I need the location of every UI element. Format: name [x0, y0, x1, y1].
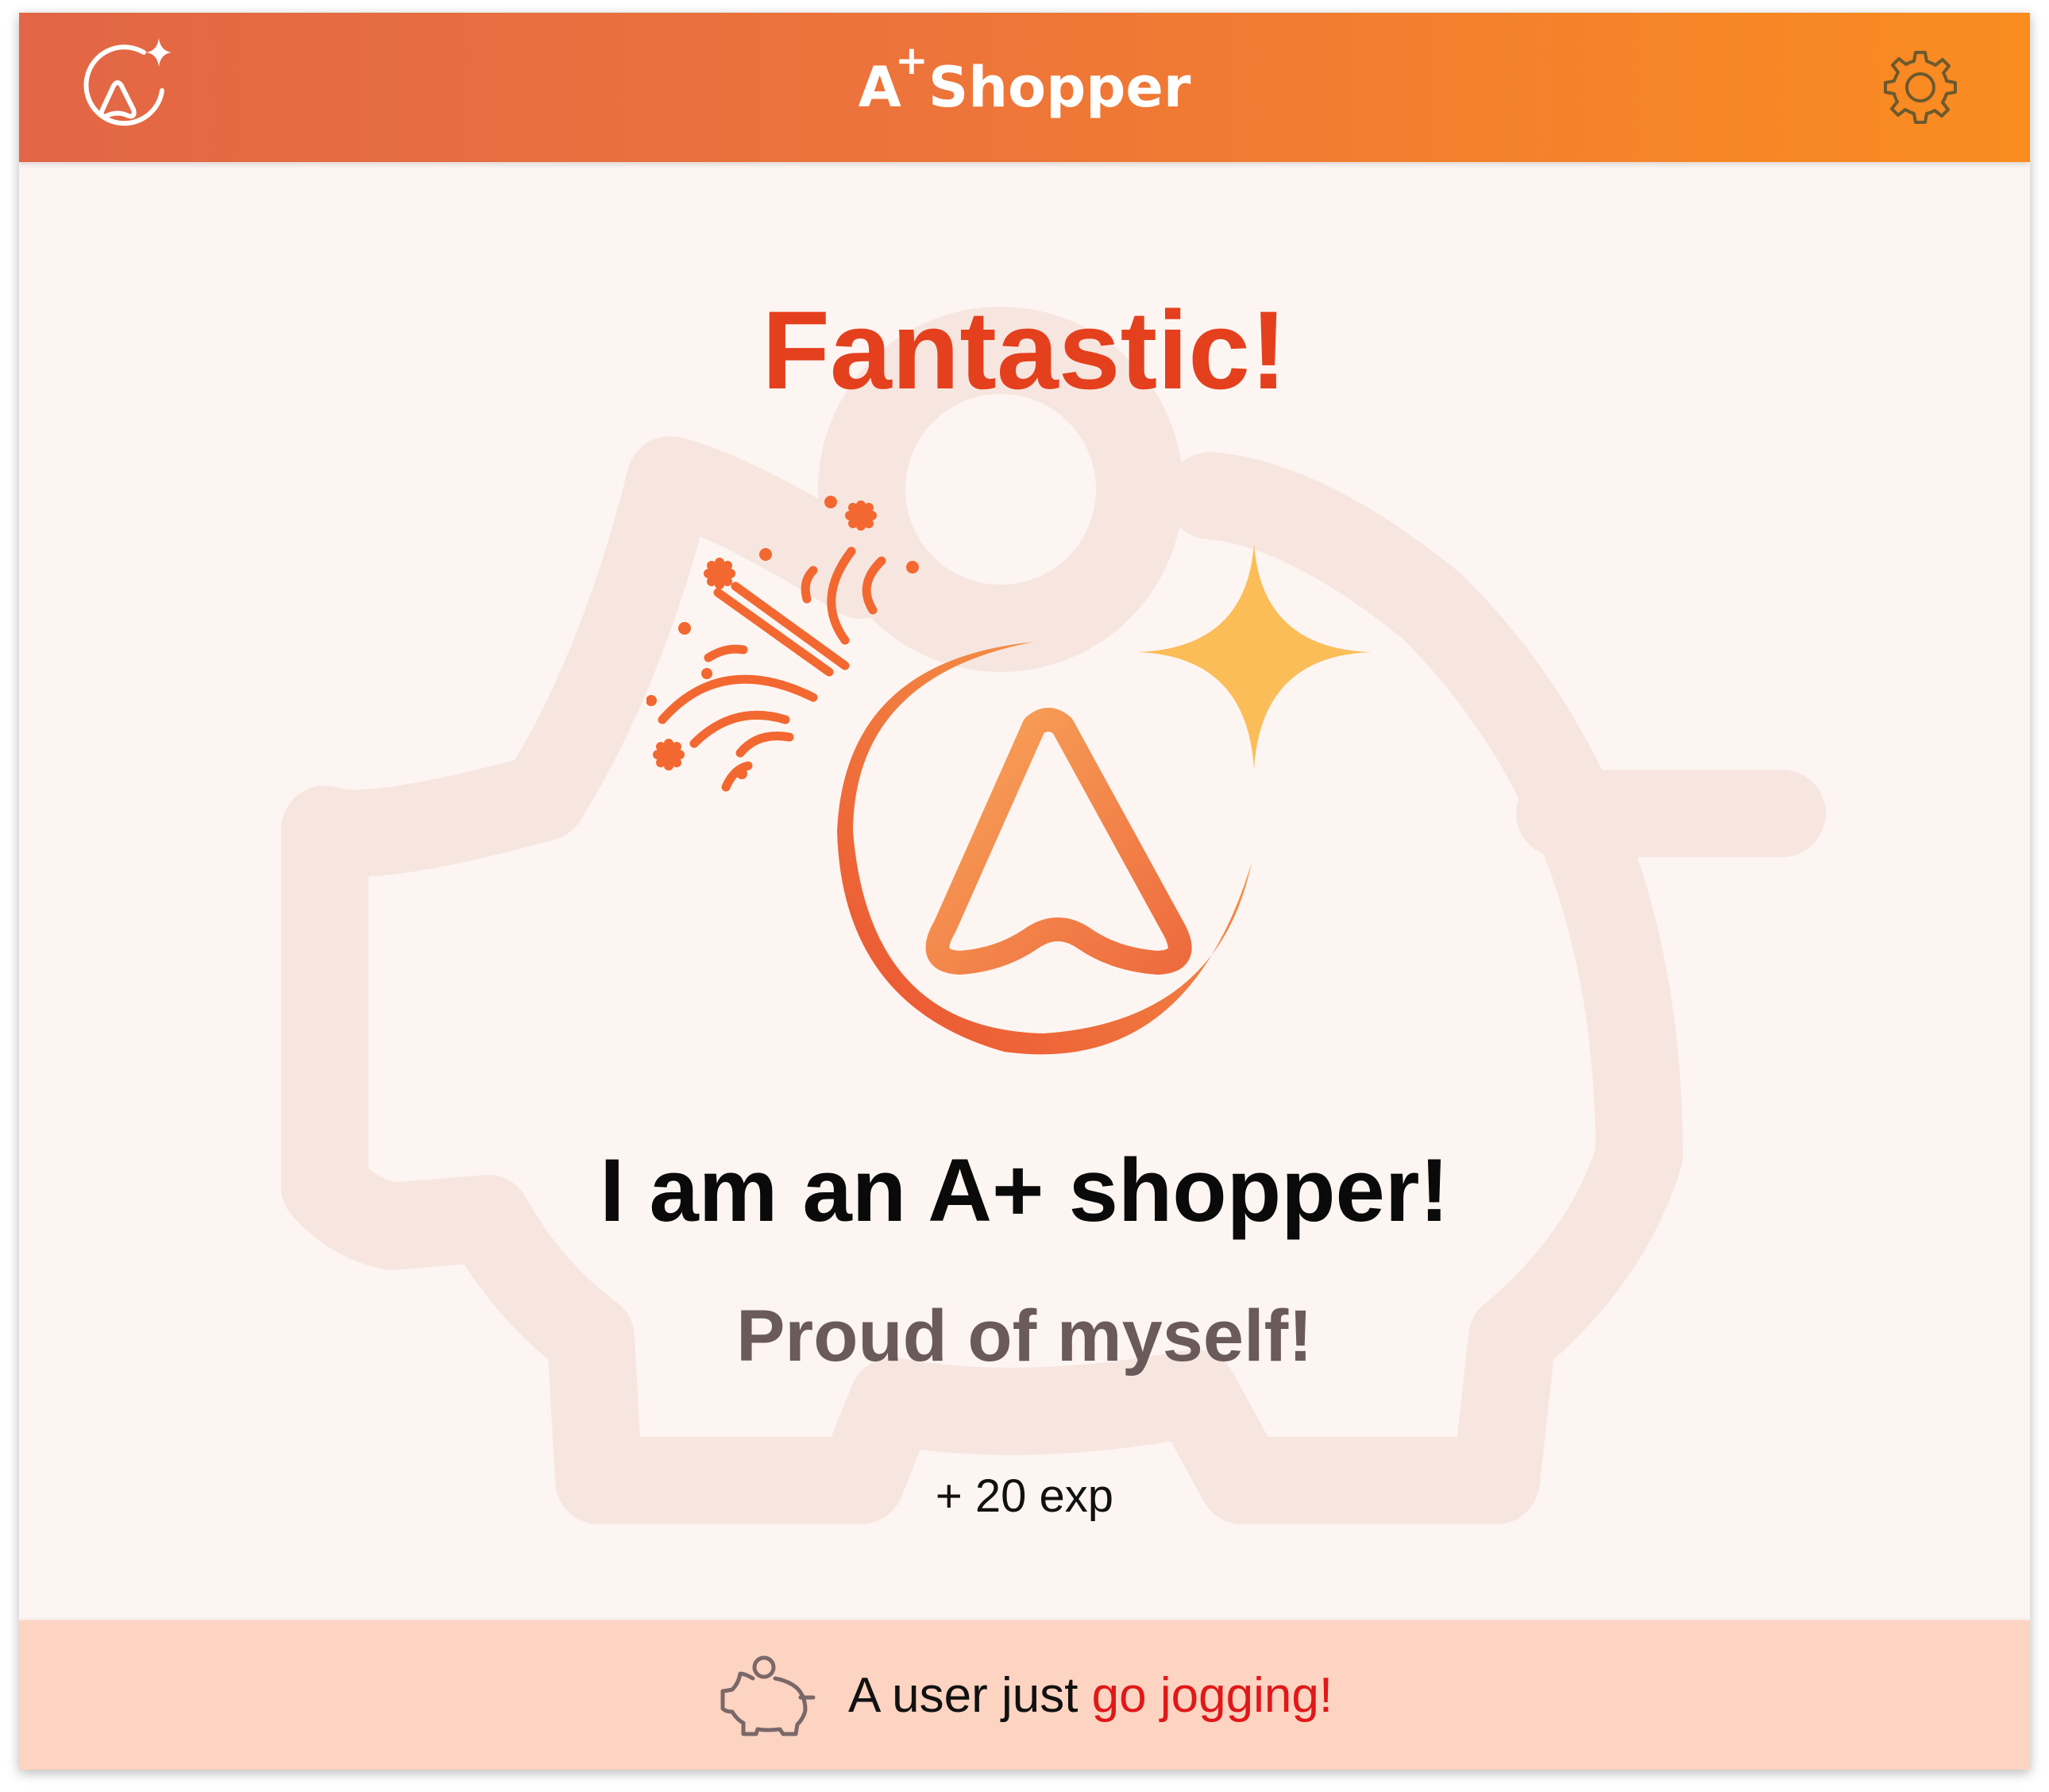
app-header: A + Shopper: [19, 13, 2030, 162]
exp-reward: + 20 exp: [935, 1470, 1114, 1522]
piggy-bank-icon: [720, 1655, 816, 1736]
brand-plus: +: [894, 37, 928, 83]
brand-mark: A +: [859, 37, 928, 120]
achievement-statement: I am an A+ shopper!: [600, 1141, 1449, 1240]
activity-feed-bar: A user just go jogging!: [19, 1620, 2030, 1770]
app-window: A + Shopper Fantastic! I am an A+ shoppe…: [19, 13, 2030, 1770]
app-title-word: Shopper: [928, 55, 1191, 120]
achievement-subline: Proud of myself!: [736, 1296, 1313, 1377]
app-title: A + Shopper: [19, 13, 2030, 162]
activity-feed-text: A user just go jogging!: [848, 1667, 1333, 1724]
gear-icon[interactable]: [1881, 48, 1960, 127]
headline: Fantastic!: [762, 288, 1287, 412]
activity-highlight: go jogging!: [1091, 1667, 1333, 1723]
a-plus-badge-with-confetti-icon: [646, 496, 1371, 1055]
activity-prefix: A user just: [847, 1667, 1079, 1723]
